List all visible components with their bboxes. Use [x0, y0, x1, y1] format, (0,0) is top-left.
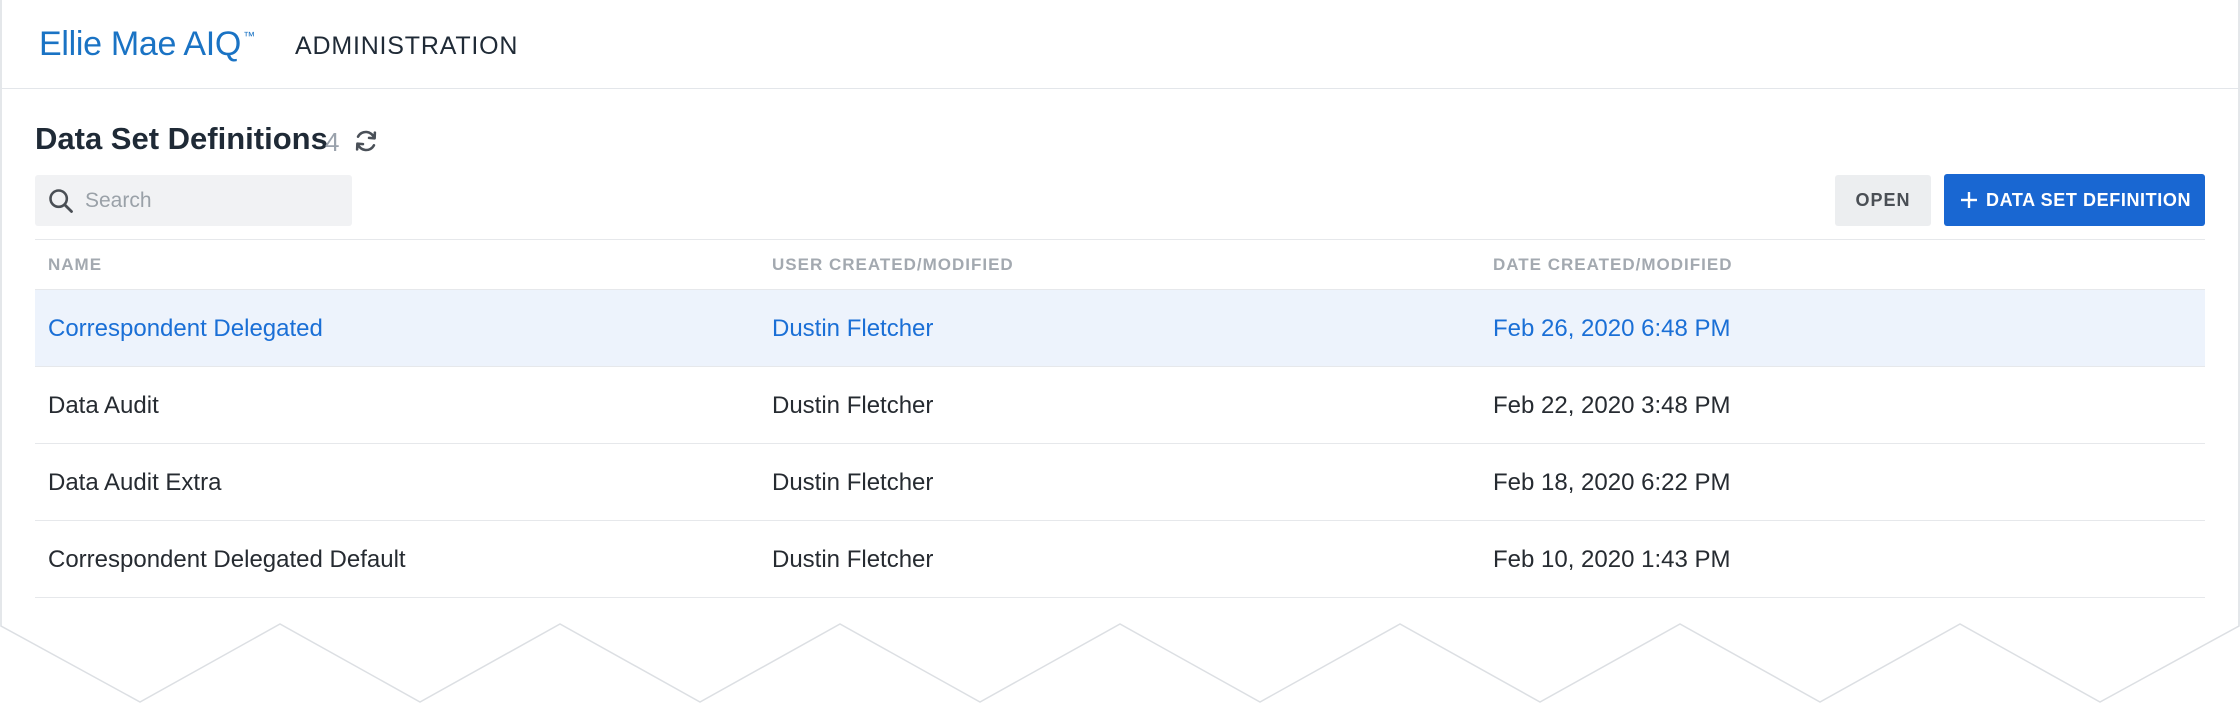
item-count: 4	[325, 127, 340, 157]
refresh-icon[interactable]	[352, 127, 380, 155]
row-user: Dustin Fletcher	[772, 315, 934, 342]
page-title: Data Set Definitions	[35, 121, 328, 156]
app-title: ADMINISTRATION	[295, 32, 519, 60]
row-date: Feb 22, 2020 3:48 PM	[1493, 392, 1731, 419]
row-user: Dustin Fletcher	[772, 392, 934, 419]
column-header-user[interactable]: USER CREATED/MODIFIED	[772, 255, 1014, 275]
row-name[interactable]: Data Audit Extra	[48, 469, 221, 497]
row-name[interactable]: Data Audit	[48, 392, 159, 420]
data-set-table: NAME USER CREATED/MODIFIED DATE CREATED/…	[35, 239, 2205, 598]
table-row[interactable]: Data Audit Dustin Fletcher Feb 22, 2020 …	[35, 367, 2205, 444]
logo-text: Ellie Mae AIQ	[39, 25, 242, 63]
row-date: Feb 26, 2020 6:48 PM	[1493, 315, 1731, 342]
app-frame: Ellie Mae AIQ ™ ADMINISTRATION Data Set …	[0, 0, 2240, 724]
column-header-date[interactable]: DATE CREATED/MODIFIED	[1493, 255, 1732, 275]
row-user: Dustin Fletcher	[772, 546, 934, 573]
table-row[interactable]: Data Audit Extra Dustin Fletcher Feb 18,…	[35, 444, 2205, 521]
column-header-name[interactable]: NAME	[48, 255, 102, 275]
ellie-mae-logo[interactable]: Ellie Mae AIQ ™	[39, 25, 255, 64]
row-name[interactable]: Correspondent Delegated Default	[48, 546, 406, 574]
table-row[interactable]: Correspondent Delegated Dustin Fletcher …	[35, 290, 2205, 367]
search-input[interactable]	[85, 183, 335, 219]
add-data-set-definition-button[interactable]: DATA SET DEFINITION	[1944, 174, 2205, 226]
search-icon	[49, 189, 73, 213]
row-name[interactable]: Correspondent Delegated	[48, 315, 323, 343]
plus-icon	[1961, 192, 1977, 208]
top-header: Ellie Mae AIQ ™ ADMINISTRATION	[1, 1, 2239, 89]
search-box[interactable]	[35, 175, 352, 226]
row-user: Dustin Fletcher	[772, 469, 934, 496]
open-button[interactable]: OPEN	[1835, 175, 1931, 226]
row-date: Feb 10, 2020 1:43 PM	[1493, 546, 1731, 573]
table-row[interactable]: Correspondent Delegated Default Dustin F…	[35, 521, 2205, 598]
table-header: NAME USER CREATED/MODIFIED DATE CREATED/…	[35, 239, 2205, 290]
row-date: Feb 18, 2020 6:22 PM	[1493, 469, 1731, 496]
add-button-label: DATA SET DEFINITION	[1986, 190, 2192, 210]
logo-trademark: ™	[243, 29, 255, 43]
